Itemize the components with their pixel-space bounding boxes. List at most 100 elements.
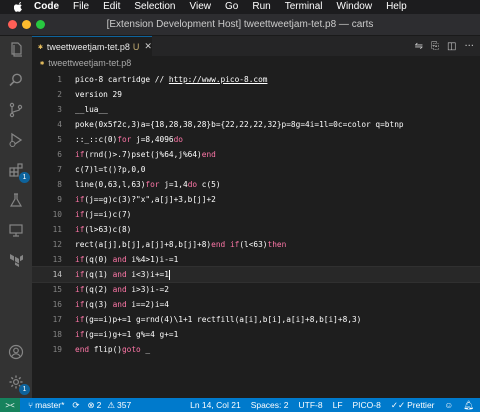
code-text: if(j==i)c(7) [75,207,131,222]
code-text: pico-8 cartridge // http://www.pico-8.co… [75,72,267,87]
code-text: rect(a[j],b[j],a[j]+8,b[j]+8)end if(l<63… [75,237,286,252]
sync-icon[interactable]: ⟳ [72,400,79,411]
code-line[interactable]: 7 c(7)l=t()?p,0,0 [32,162,480,177]
minimize-window-button[interactable] [22,20,31,29]
keyword-token: end [211,240,226,249]
code-line[interactable]: 18 if(g==i)g+=1 g%=4 g+=1 [32,327,480,342]
indentation[interactable]: Spaces: 2 [251,400,289,410]
problems-indicator[interactable]: ⊗ 2 ⚠ 357 [88,400,132,411]
encoding[interactable]: UTF-8 [299,400,323,410]
code-token: flip() [89,345,122,354]
keyword-token: if [75,195,85,204]
line-number: 4 [57,120,62,129]
code-line[interactable]: 16 if(q(3) and i==2)i=4 [32,297,480,312]
open-changes-icon[interactable]: ⎘ [431,41,439,52]
cursor-position[interactable]: Ln 14, Col 21 [190,400,241,410]
menu-terminal[interactable]: Terminal [285,0,323,14]
language-mode[interactable]: PICO-8 [353,400,381,410]
code-line[interactable]: 5::_::c(0)for j=8,4096do [32,132,480,147]
status-bar: >< ⑂ master* ⟳ ⊗ 2 ⚠ 357 Ln 14, Col 21 S… [0,398,480,412]
code-text: if(g==i)g+=1 g%=4 g+=1 [75,327,178,342]
breadcrumb[interactable]: ✱ tweettweetjam-tet.p8 [32,56,480,70]
code-line[interactable]: 4 poke(0x5f2c,3)a={18,28,38,28}b={22,22,2… [32,117,480,132]
close-window-button[interactable] [8,20,17,29]
files-icon[interactable] [6,40,26,60]
code-line[interactable]: 13 if(q(0) and i%4>1)i-=1 [32,252,480,267]
extensions-icon[interactable]: 1 [6,160,30,183]
feedback-icon[interactable]: ☺ [445,400,454,410]
code-line[interactable]: 2 version 29 [32,87,480,102]
keyword-token: if [75,330,85,339]
source-control-icon[interactable] [6,100,26,120]
code-line[interactable]: 17 if(g==i)p+=1 g=rnd(4)\1+1 rectfill(a[i… [32,312,480,327]
code-token: ::_::c(0) [75,135,118,144]
remote-icon[interactable]: >< [0,398,20,412]
extensions-badge: 1 [19,172,30,183]
remote-explorer-icon[interactable] [6,220,26,240]
code-line[interactable]: 19 end flip()goto _ [32,342,480,357]
line-number: 6 [57,150,62,159]
line-number: 19 [52,345,62,354]
code-line[interactable]: 3 __lua__ [32,102,480,117]
code-token: (g==i)p+=1 g=rnd(4)\1+1 rectfill(a[i],b[… [84,315,362,324]
line-number: 11 [52,225,62,234]
code-text: if(j==g)c(3)?"x",a[j]+3,b[j]+2 [75,192,216,207]
branch-indicator[interactable]: ⑂ master* [28,400,64,410]
split-editor-icon[interactable]: ◫ [447,41,456,52]
menu-run[interactable]: Run [252,0,270,14]
menu-go[interactable]: Go [225,0,238,14]
code-line[interactable]: 10 if(j==i)c(7) [32,207,480,222]
editor-tab[interactable]: ✱ tweettweetjam-tet.p8 U ✕ [32,36,152,56]
search-icon[interactable] [6,70,26,90]
code-text: line(0,63,l,63)for j=1,4do c(5) [75,177,221,192]
code-line[interactable]: 1 pico-8 cartridge // http://www.pico-8.c… [32,72,480,87]
prettier-status[interactable]: ✓✓ Prettier [391,400,435,411]
code-token: i>3)i-=2 [126,285,169,294]
flask-icon[interactable] [6,190,26,210]
keyword-token: end [75,345,90,354]
code-token: rect(a[j],b[j],a[j]+8,b[j]+8) [75,240,212,249]
keyword-token: if [75,225,85,234]
code-text: poke(0x5f2c,3)a={18,28,38,28}b={22,22,22… [75,117,404,132]
code-text: if(q(1) and i<3)i+=1 [75,267,170,282]
menu-edit[interactable]: Edit [103,0,120,14]
menu-view[interactable]: View [190,0,212,14]
close-icon[interactable]: ✕ [144,42,152,52]
end-of-line[interactable]: LF [333,400,343,410]
zoom-window-button[interactable] [36,20,45,29]
code-line[interactable]: 14 if(q(1) and i<3)i+=1 [32,266,480,283]
bell-icon[interactable]: 🔔︎ [463,400,474,411]
line-number: 17 [52,315,62,324]
code-line[interactable]: 12 rect(a[j],b[j],a[j]+8,b[j]+8)end if(l<… [32,237,480,252]
gear-icon[interactable]: 1 [6,372,30,395]
terraform-icon[interactable] [6,250,26,270]
split-icon[interactable]: ⇋ [415,41,423,52]
code-line[interactable]: 6 if(rnd()>.7)pset(j%64,j%64)end [32,147,480,162]
code-line[interactable]: 9 if(j==g)c(3)?"x",a[j]+3,b[j]+2 [32,192,480,207]
breadcrumb-file[interactable]: tweettweetjam-tet.p8 [48,58,131,68]
macos-menu-bar: Code File Edit Selection View Go Run Ter… [0,0,480,14]
code-token: (q(0) [84,255,113,264]
code-line[interactable]: 11 if(l>63)c(8) [32,222,480,237]
code-line[interactable]: 8 line(0,63,l,63)for j=1,4do c(5) [32,177,480,192]
code-token: i==2)i=4 [126,300,169,309]
menu-file[interactable]: File [73,0,89,14]
keyword-token: and [112,300,127,309]
code-editor[interactable]: 1 pico-8 cartridge // http://www.pico-8.c… [32,70,480,398]
code-token: c(5) [197,180,221,189]
menu-code[interactable]: Code [34,0,59,14]
code-token: version 29 [75,90,122,99]
url-token[interactable]: http://www.pico-8.com [169,75,268,84]
more-icon[interactable]: ··· [464,41,474,52]
code-line[interactable]: 15 if(q(2) and i>3)i-=2 [32,282,480,297]
run-debug-icon[interactable] [6,130,26,150]
code-token: __lua__ [75,105,108,114]
code-text: __lua__ [75,102,108,117]
code-token: c(7)l=t()?p,0,0 [75,165,146,174]
menu-window[interactable]: Window [337,0,373,14]
menu-selection[interactable]: Selection [134,0,175,14]
account-icon[interactable] [6,342,26,362]
apple-logo-icon[interactable] [14,2,24,12]
error-count: 2 [96,400,102,410]
menu-help[interactable]: Help [386,0,407,14]
